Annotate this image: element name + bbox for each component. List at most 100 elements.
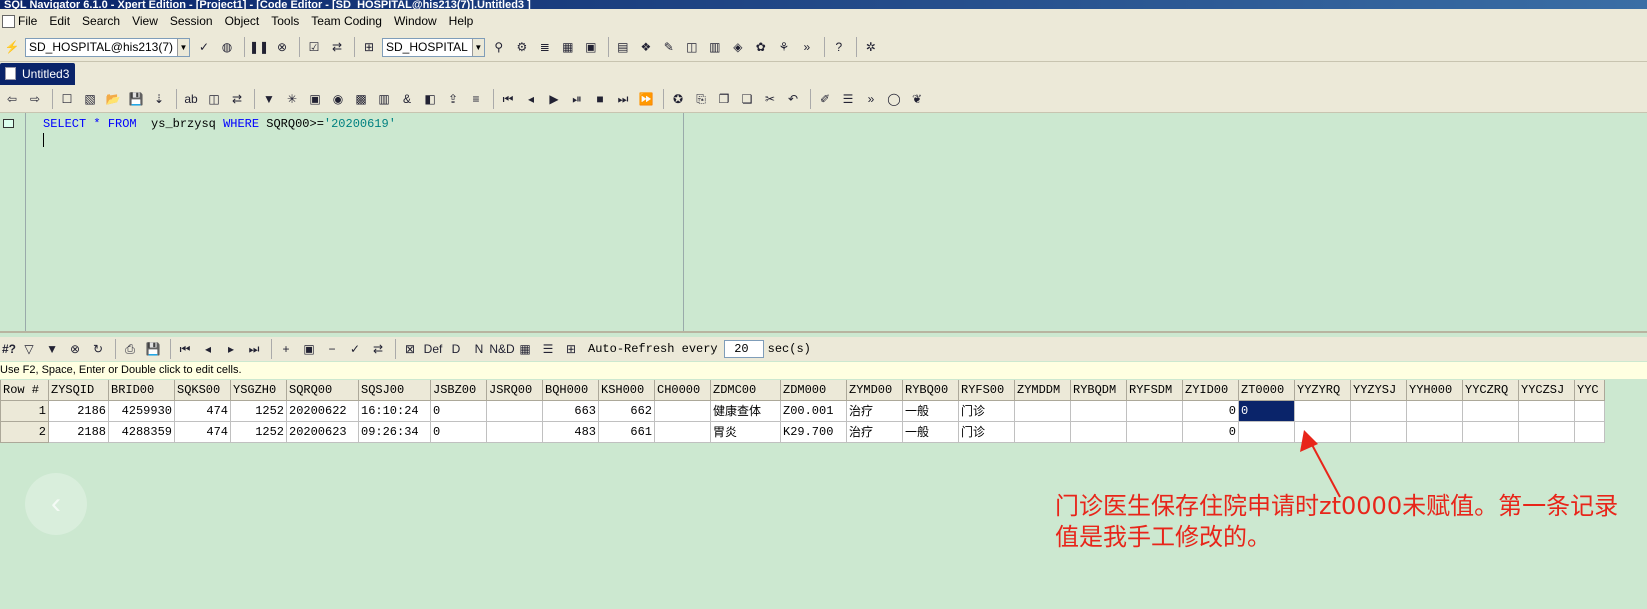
post-edit-icon[interactable]: ✓ [345, 339, 365, 359]
pause-icon[interactable]: ❚❚ [249, 37, 269, 57]
grid-cell[interactable] [1070, 420, 1127, 443]
grid-cell[interactable]: 662 [598, 399, 655, 422]
chevron-down-icon[interactable]: ▼ [471, 38, 484, 56]
describe-icon[interactable]: ▥ [374, 89, 394, 109]
sql-icon[interactable]: ≣ [535, 37, 555, 57]
grid-cell[interactable]: 0 [1238, 399, 1295, 422]
run-icon[interactable]: ▶ [544, 89, 564, 109]
last-icon[interactable]: ⏩ [636, 89, 656, 109]
column-header[interactable]: YYH000 [1406, 380, 1463, 401]
help-icon[interactable]: ? [829, 37, 849, 57]
column-header[interactable]: YSGZH0 [230, 380, 287, 401]
grid-cell[interactable] [654, 420, 711, 443]
grid-cell[interactable]: 0 [1182, 420, 1239, 443]
ampersand-icon[interactable]: & [397, 89, 417, 109]
stop-icon[interactable]: ⊗ [272, 37, 292, 57]
column-header[interactable]: ZDM000 [780, 380, 847, 401]
palette-icon[interactable]: ✿ [751, 37, 771, 57]
transaction-icon[interactable]: ⇄ [327, 37, 347, 57]
settings-icon[interactable]: ✲ [861, 37, 881, 57]
grid-cell[interactable] [1518, 399, 1575, 422]
grid-cell[interactable]: 0 [430, 399, 487, 422]
paste-icon[interactable]: ❏ [737, 89, 757, 109]
column-header[interactable]: ZDMC00 [710, 380, 781, 401]
run-to-cursor-icon[interactable]: ⏯ [567, 89, 587, 109]
column-header[interactable]: ZYID00 [1182, 380, 1239, 401]
grid-cell[interactable]: 474 [174, 420, 231, 443]
grid-cell[interactable]: 4259930 [108, 399, 175, 422]
grid-cell[interactable] [486, 420, 543, 443]
result-grid[interactable]: Row # ZYSQID BRID00 SQKS00 YSGZH0 SQRQ00 SQSJ0… [0, 380, 1605, 443]
commit-icon[interactable]: ✓ [194, 37, 214, 57]
tab-untitled3[interactable]: Untitled3 [0, 63, 75, 85]
refresh-icon[interactable]: ↻ [88, 339, 108, 359]
menu-file[interactable]: File [2, 14, 37, 28]
grid-icon[interactable]: ▩ [351, 89, 371, 109]
step-over-icon[interactable]: ⏭ [613, 89, 633, 109]
grid-cell[interactable] [1406, 399, 1463, 422]
grid-cell[interactable] [1462, 399, 1519, 422]
format-icon[interactable]: ab [181, 89, 201, 109]
menu-search[interactable]: Search [82, 14, 120, 28]
sql-line-1[interactable]: SELECT * FROM ys_brzysq WHERE SQRQ00>='2… [43, 116, 396, 132]
grid-cell[interactable]: 治疗 [846, 399, 903, 422]
tree-icon[interactable]: ⚘ [774, 37, 794, 57]
grid-cell[interactable] [1518, 420, 1575, 443]
first-icon[interactable]: ⏮ [498, 89, 518, 109]
debug-icon[interactable]: ✪ [668, 89, 688, 109]
document-icon[interactable]: ▥ [705, 37, 725, 57]
first-record-icon[interactable]: ⏮ [175, 339, 195, 359]
form-view-icon[interactable]: ☰ [538, 339, 558, 359]
grid-cell[interactable]: 4288359 [108, 420, 175, 443]
column-header[interactable]: ZYMDDM [1014, 380, 1071, 401]
column-header[interactable]: YYC [1574, 380, 1605, 401]
grid-cell[interactable] [1070, 399, 1127, 422]
procedure-icon[interactable]: ❖ [636, 37, 656, 57]
split-view-icon[interactable]: ◫ [204, 89, 224, 109]
grid-cell[interactable] [1126, 420, 1183, 443]
grid-cell[interactable] [1574, 399, 1605, 422]
grid-cell[interactable]: 门诊 [958, 420, 1015, 443]
grid-cell[interactable]: 0 [430, 420, 487, 443]
table-row[interactable]: 2 2188 4288359 474 1252 20200623 09:26:34 0 483 6… [0, 420, 1605, 443]
db-explorer-icon[interactable]: ⚙ [512, 37, 532, 57]
grid-cell[interactable] [1014, 399, 1071, 422]
check-list-icon[interactable]: ☑ [304, 37, 324, 57]
schema-icon[interactable]: ⊞ [359, 37, 379, 57]
column-header[interactable]: BRID00 [108, 380, 175, 401]
detail-icon[interactable]: D [446, 339, 466, 359]
save-icon[interactable]: 💾 [126, 89, 146, 109]
editor-splitter[interactable] [683, 113, 684, 331]
back-nav-button[interactable]: ‹ [25, 473, 87, 535]
menu-object[interactable]: Object [225, 14, 260, 28]
cut-icon[interactable]: ✂ [760, 89, 780, 109]
duplicate-record-icon[interactable]: ▣ [299, 339, 319, 359]
grid-cell[interactable] [1294, 399, 1351, 422]
forward-arrow-icon[interactable]: ⇨ [25, 89, 45, 109]
grid-cell[interactable] [1294, 420, 1351, 443]
filter-apply-icon[interactable]: ▼ [42, 339, 62, 359]
grid-cell[interactable] [1462, 420, 1519, 443]
copy-icon[interactable]: ❐ [714, 89, 734, 109]
grid-cell[interactable]: 1252 [230, 399, 287, 422]
grid-cell[interactable]: 健康查体 [710, 399, 781, 422]
save-as-icon[interactable]: ⇣ [149, 89, 169, 109]
refresh-interval-spinner[interactable]: 20 [723, 340, 764, 358]
menu-tools[interactable]: Tools [271, 14, 299, 28]
step-back-icon[interactable]: ◂ [521, 89, 541, 109]
grid-cell[interactable]: 门诊 [958, 399, 1015, 422]
column-header[interactable]: ZYMD00 [846, 380, 903, 401]
grid-cell[interactable]: 474 [174, 399, 231, 422]
delete-record-icon[interactable]: − [322, 339, 342, 359]
column-header[interactable]: ZYSQID [48, 380, 109, 401]
new-file-icon[interactable]: ☐ [57, 89, 77, 109]
clear-filter-icon[interactable]: ✳ [282, 89, 302, 109]
stop-square-icon[interactable]: ■ [590, 89, 610, 109]
undo-icon[interactable]: ↶ [783, 89, 803, 109]
code-editor-icon[interactable]: ▤ [613, 37, 633, 57]
grid-cell[interactable] [1406, 420, 1463, 443]
save-icon[interactable]: 💾 [143, 339, 163, 359]
menu-view[interactable]: View [132, 14, 158, 28]
grid-cell[interactable]: 1252 [230, 420, 287, 443]
grid-cell[interactable] [1350, 399, 1407, 422]
